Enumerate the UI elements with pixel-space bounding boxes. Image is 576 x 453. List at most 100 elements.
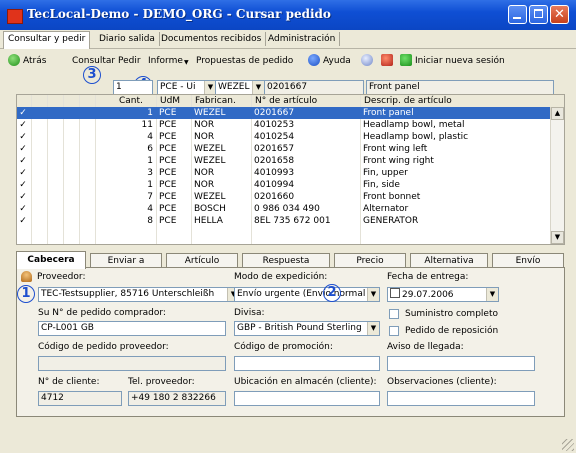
- po-number-field[interactable]: CP-L001 GB: [38, 321, 226, 336]
- arrival-notice-field[interactable]: [387, 356, 535, 371]
- table-cell-art: 0 986 034 490: [254, 204, 320, 214]
- table-row[interactable]: ✓ 1 PCE WEZEL 0201658 Front wing right: [17, 155, 550, 167]
- supplier-order-code-label: Código de pedido proveedor:: [38, 342, 169, 352]
- udm-select[interactable]: PCE - Ui ▼: [157, 80, 217, 95]
- help-button[interactable]: Ayuda: [323, 54, 351, 68]
- table-scrollbar[interactable]: ▲ ▼: [550, 107, 564, 244]
- resize-grip[interactable]: [562, 439, 574, 451]
- table-cell-desc: Fin, upper: [363, 168, 408, 178]
- table-row[interactable]: ✓ 1 PCE WEZEL 0201667 Front panel: [17, 107, 550, 119]
- currency-select[interactable]: GBP - British Pound Sterling ▼: [234, 321, 380, 336]
- customer-number-field[interactable]: 4712: [38, 391, 122, 406]
- table-cell-art: 4010253: [254, 120, 295, 130]
- check-icon: ✓: [19, 180, 27, 190]
- tab-enviar-a[interactable]: Enviar a: [90, 253, 162, 268]
- order-items-table[interactable]: Cant. UdM Fabrican. N° de artículo Descr…: [16, 94, 565, 245]
- marker-1: 1: [17, 285, 35, 303]
- table-cell-udm: PCE: [159, 108, 177, 118]
- column-header-description[interactable]: Descrip. de artículo: [364, 95, 452, 107]
- check-icon: ✓: [19, 132, 27, 142]
- supplier-order-code-field[interactable]: [38, 356, 226, 371]
- new-session-button[interactable]: Iniciar nueva sesión: [415, 54, 505, 68]
- table-cell-udm: PCE: [159, 192, 177, 202]
- detail-tabs: Cabecera Enviar a Artículo Respuesta Pre…: [16, 251, 564, 269]
- minimize-icon: [513, 17, 521, 19]
- order-button[interactable]: Pedir: [118, 54, 141, 68]
- table-cell-art: 4010254: [254, 132, 295, 142]
- supplier-select[interactable]: TEC-Testsupplier, 85716 Unterschleißh ▼: [38, 287, 240, 302]
- supplier-person-icon: [21, 271, 32, 282]
- table-cell-desc: Alternator: [363, 204, 409, 214]
- table-cell-udm: PCE: [159, 156, 177, 166]
- tab-alternativa[interactable]: Alternativa: [410, 253, 488, 268]
- complete-delivery-checkbox[interactable]: [389, 309, 399, 319]
- table-cell-desc: Front bonnet: [363, 192, 421, 202]
- check-icon: ✓: [19, 156, 27, 166]
- description-field[interactable]: Front panel: [366, 80, 554, 95]
- report-dropdown-icon[interactable]: ▼: [184, 56, 189, 70]
- tab-diario-salida[interactable]: Diario salida: [95, 32, 160, 46]
- power-icon[interactable]: [400, 54, 412, 66]
- scroll-up-icon[interactable]: ▲: [551, 107, 564, 120]
- table-cell-qty: 1: [147, 180, 153, 190]
- chevron-down-icon: ▼: [252, 81, 264, 94]
- minimize-button[interactable]: [508, 5, 527, 24]
- maximize-button[interactable]: [529, 5, 548, 24]
- table-cell-art: 8EL 735 672 001: [254, 216, 331, 226]
- scroll-down-icon[interactable]: ▼: [551, 231, 564, 244]
- report-menu[interactable]: Informe: [148, 54, 183, 68]
- back-button[interactable]: Atrás: [23, 54, 46, 68]
- reorder-checkbox[interactable]: [389, 326, 399, 336]
- table-cell-fab: WEZEL: [194, 192, 226, 202]
- table-cell-qty: 1: [147, 156, 153, 166]
- close-button[interactable]: ✕: [550, 5, 569, 24]
- table-row[interactable]: ✓ 4 PCE NOR 4010254 Headlamp bowl, plastic: [17, 131, 550, 143]
- chevron-down-icon: ▼: [367, 322, 379, 335]
- table-cell-udm: PCE: [159, 216, 177, 226]
- storage-location-field[interactable]: [234, 391, 380, 406]
- order-proposals-button[interactable]: Propuestas de pedido: [196, 54, 293, 68]
- table-cell-art: 4010994: [254, 180, 295, 190]
- table-cell-fab: HELLA: [194, 216, 223, 226]
- shipping-mode-select[interactable]: Envío urgente (Envío normal ▼: [234, 287, 380, 302]
- column-header-udm[interactable]: UdM: [160, 95, 180, 107]
- title-bar[interactable]: TecLocal-Demo - DEMO_ORG - Cursar pedido…: [0, 0, 576, 31]
- table-row[interactable]: ✓ 3 PCE NOR 4010993 Fin, upper: [17, 167, 550, 179]
- table-row[interactable]: ✓ 1 PCE NOR 4010994 Fin, side: [17, 179, 550, 191]
- table-cell-desc: Headlamp bowl, plastic: [363, 132, 469, 142]
- table-row[interactable]: ✓ 8 PCE HELLA 8EL 735 672 001 GENERATOR: [17, 215, 550, 227]
- delivery-date-field[interactable]: 29.07.2006 ▼: [387, 287, 499, 302]
- info-icon[interactable]: [361, 54, 373, 66]
- table-cell-fab: NOR: [194, 132, 215, 142]
- tab-respuesta[interactable]: Respuesta: [242, 253, 330, 268]
- table-row[interactable]: ✓ 4 PCE BOSCH 0 986 034 490 Alternator: [17, 203, 550, 215]
- tab-documentos-recibidos[interactable]: Documentos recibidos: [157, 32, 267, 46]
- date-checkbox-icon[interactable]: [390, 288, 400, 298]
- extension-icon[interactable]: [381, 54, 393, 66]
- article-number-field[interactable]: 0201667: [264, 80, 364, 95]
- manufacturer-select[interactable]: WEZEL ▼: [215, 80, 265, 95]
- tab-cabecera[interactable]: Cabecera: [16, 251, 86, 269]
- table-cell-fab: WEZEL: [194, 144, 226, 154]
- column-header-article[interactable]: N° de artículo: [255, 95, 317, 107]
- table-cell-art: 0201667: [254, 108, 295, 118]
- back-arrow-icon[interactable]: [8, 54, 20, 66]
- table-row[interactable]: ✓ 7 PCE WEZEL 0201660 Front bonnet: [17, 191, 550, 203]
- table-cell-desc: Front wing right: [363, 156, 434, 166]
- table-cell-udm: PCE: [159, 168, 177, 178]
- help-icon[interactable]: [308, 54, 320, 66]
- column-header-qty[interactable]: Cant.: [119, 95, 143, 107]
- tab-precio[interactable]: Precio: [334, 253, 406, 268]
- quantity-filter-field[interactable]: 1: [113, 80, 153, 95]
- tab-administracion[interactable]: Administración: [264, 32, 341, 46]
- column-header-manufacturer[interactable]: Fabrican.: [195, 95, 236, 107]
- tab-articulo[interactable]: Artículo: [166, 253, 238, 268]
- tab-envio[interactable]: Envío: [492, 253, 564, 268]
- promo-code-field[interactable]: [234, 356, 380, 371]
- remarks-field[interactable]: [387, 391, 535, 406]
- table-cell-art: 0201660: [254, 192, 295, 202]
- tab-consultar-y-pedir[interactable]: Consultar y pedir: [3, 31, 91, 49]
- table-row[interactable]: ✓ 6 PCE WEZEL 0201657 Front wing left: [17, 143, 550, 155]
- table-row[interactable]: ✓ 11 PCE NOR 4010253 Headlamp bowl, metal: [17, 119, 550, 131]
- supplier-phone-field[interactable]: +49 180 2 832266: [128, 391, 226, 406]
